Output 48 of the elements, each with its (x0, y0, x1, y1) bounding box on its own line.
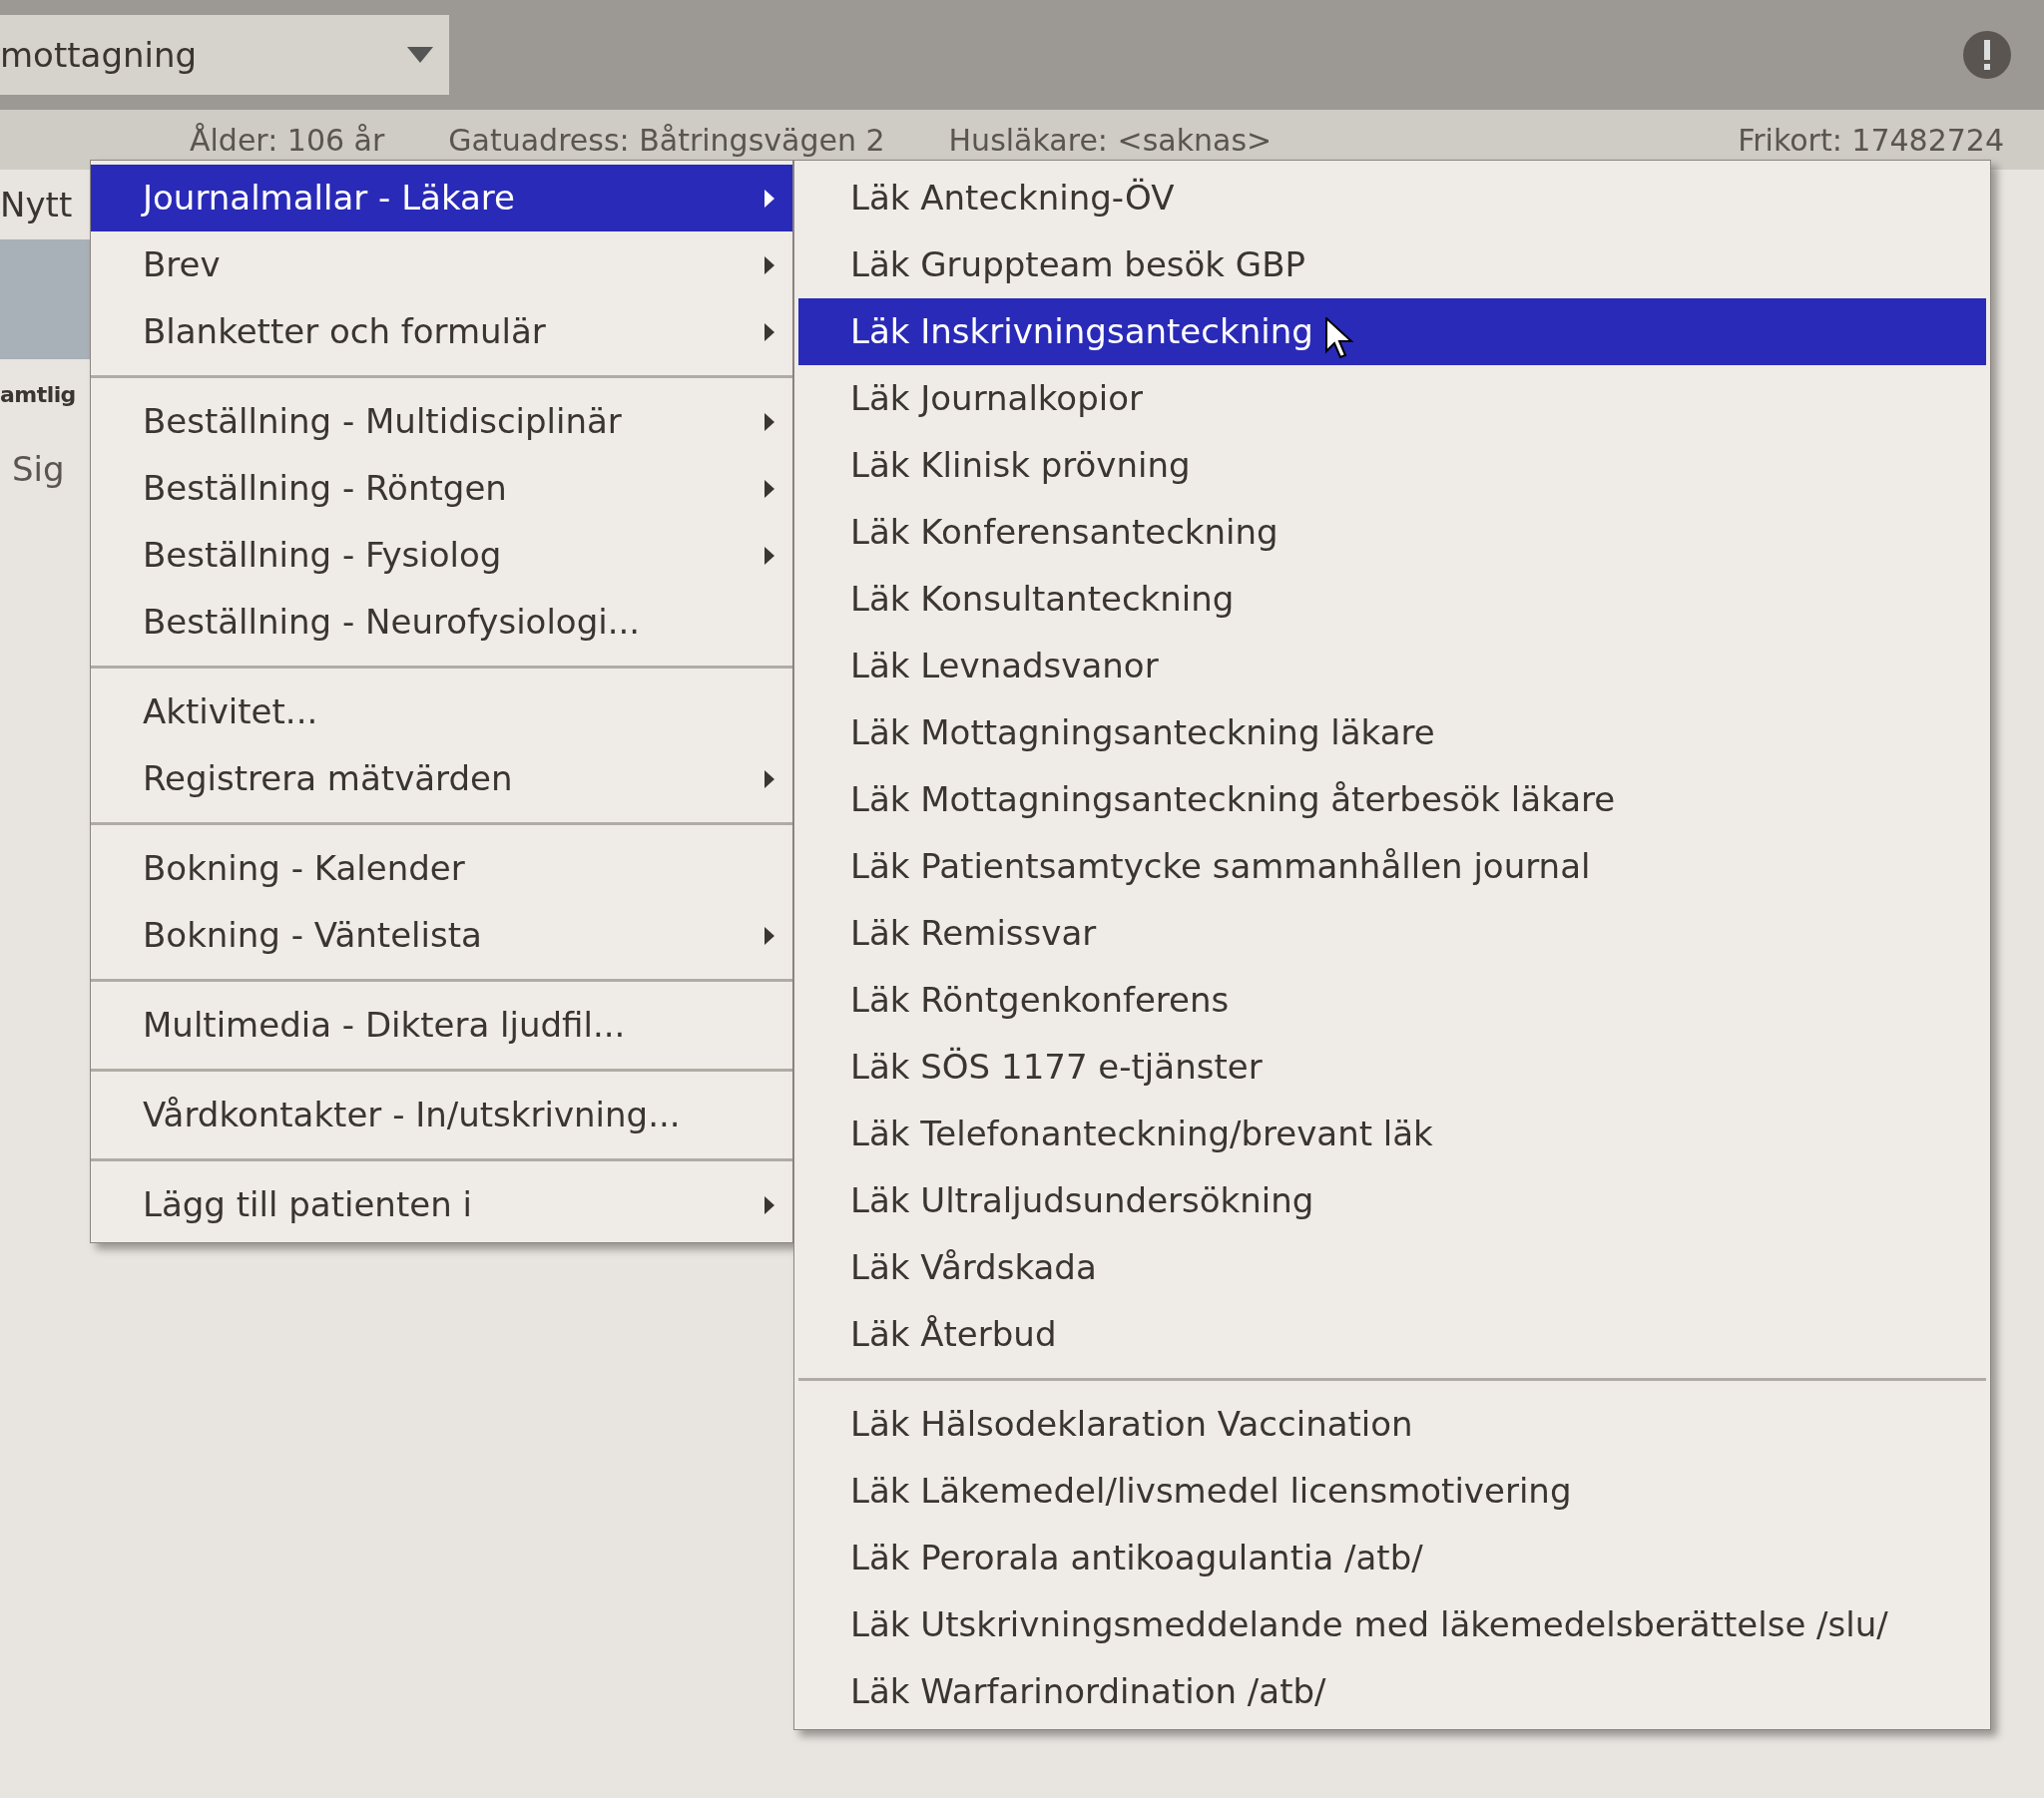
mouse-pointer-icon (1325, 317, 1353, 361)
menu-item[interactable]: Läk Konsultanteckning (798, 566, 1986, 633)
tab-label[interactable]: amtlig (0, 359, 90, 429)
menu-item[interactable]: Läk Gruppteam besök GBP (798, 231, 1986, 298)
menu-item[interactable]: Läk Warfarinordination /atb/ (798, 1658, 1986, 1725)
menu-item[interactable]: Läk Remissvar (798, 900, 1986, 967)
menu-item[interactable]: Läk Vårdskada (798, 1234, 1986, 1301)
menu-item[interactable]: Aktivitet... (91, 678, 792, 745)
menu-item[interactable]: Bokning - Kalender (91, 835, 792, 902)
dropdown-caret-icon (407, 47, 433, 63)
menu-item[interactable]: Beställning - Multidisciplinär (91, 388, 792, 455)
patient-info-text: Ålder: 106 år (190, 122, 385, 160)
menu-item[interactable]: Läk Inskrivningsanteckning (798, 298, 1986, 365)
patient-info-text: Gatuadress: Båtringsvägen 2 (448, 122, 885, 160)
menu-item[interactable]: Beställning - Neurofysiologi... (91, 589, 792, 656)
menu-item[interactable]: Läk Journalkopior (798, 365, 1986, 432)
menu-item[interactable]: Läk Patientsamtycke sammanhållen journal (798, 833, 1986, 900)
menu-item[interactable]: Läk Hälsodeklaration Vaccination (798, 1391, 1986, 1458)
menu-item[interactable]: Läk Röntgenkonferens (798, 967, 1986, 1034)
unit-dropdown[interactable]: mottagning (0, 15, 449, 95)
menu-item[interactable]: Läk Konferensanteckning (798, 499, 1986, 566)
menu-item[interactable]: Bokning - Väntelista (91, 902, 792, 969)
menu-item[interactable]: Läk SÖS 1177 e-tjänster (798, 1034, 1986, 1101)
menu-item[interactable]: Beställning - Röntgen (91, 455, 792, 522)
menu-item[interactable]: Läk Levnadsvanor (798, 633, 1986, 699)
sign-button[interactable]: Sig (0, 429, 90, 509)
menu-item[interactable]: Brev (91, 231, 792, 298)
menu-item[interactable]: Läk Ultraljudsundersökning (798, 1167, 1986, 1234)
menu-item[interactable]: Läk Mottagningsanteckning läkare (798, 699, 1986, 766)
menu-item[interactable]: Läk Återbud (798, 1301, 1986, 1368)
patient-info-text: Husläkare: <saknas> (948, 122, 1273, 160)
menu-item[interactable]: Läk Mottagningsanteckning återbesök läkare (798, 766, 1986, 833)
menu-item[interactable]: Multimedia - Diktera ljudfil... (91, 992, 792, 1059)
menu-item[interactable]: Läk Utskrivningsmeddelande med läkemedelsberättelse /slu/ (798, 1591, 1986, 1658)
info-icon[interactable] (1962, 30, 2012, 80)
menu-item[interactable]: Journalmallar - Läkare (91, 165, 792, 231)
menu-item[interactable]: Vårdkontakter - In/utskrivning... (91, 1082, 792, 1148)
menu-item[interactable]: Läk Klinisk prövning (798, 432, 1986, 499)
menu-item[interactable]: Läk Perorala antikoagulantia /atb/ (798, 1525, 1986, 1591)
menu-item[interactable]: Registrera mätvärden (91, 745, 792, 812)
menu-item[interactable]: Läk Anteckning-ÖV (798, 165, 1986, 231)
menu-item[interactable]: Läk Läkemedel/livsmedel licensmotivering (798, 1458, 1986, 1525)
menu-item[interactable]: Läk Telefonanteckning/brevant läk (798, 1101, 1986, 1167)
menu-item[interactable]: Lägg till patienten i (91, 1171, 792, 1238)
menu-item[interactable]: Blanketter och formulär (91, 298, 792, 365)
patient-info-text: Frikort: 17482724 (1738, 122, 2004, 160)
new-label[interactable]: Nytt (0, 170, 90, 239)
menu-item[interactable]: Beställning - Fysiolog (91, 522, 792, 589)
